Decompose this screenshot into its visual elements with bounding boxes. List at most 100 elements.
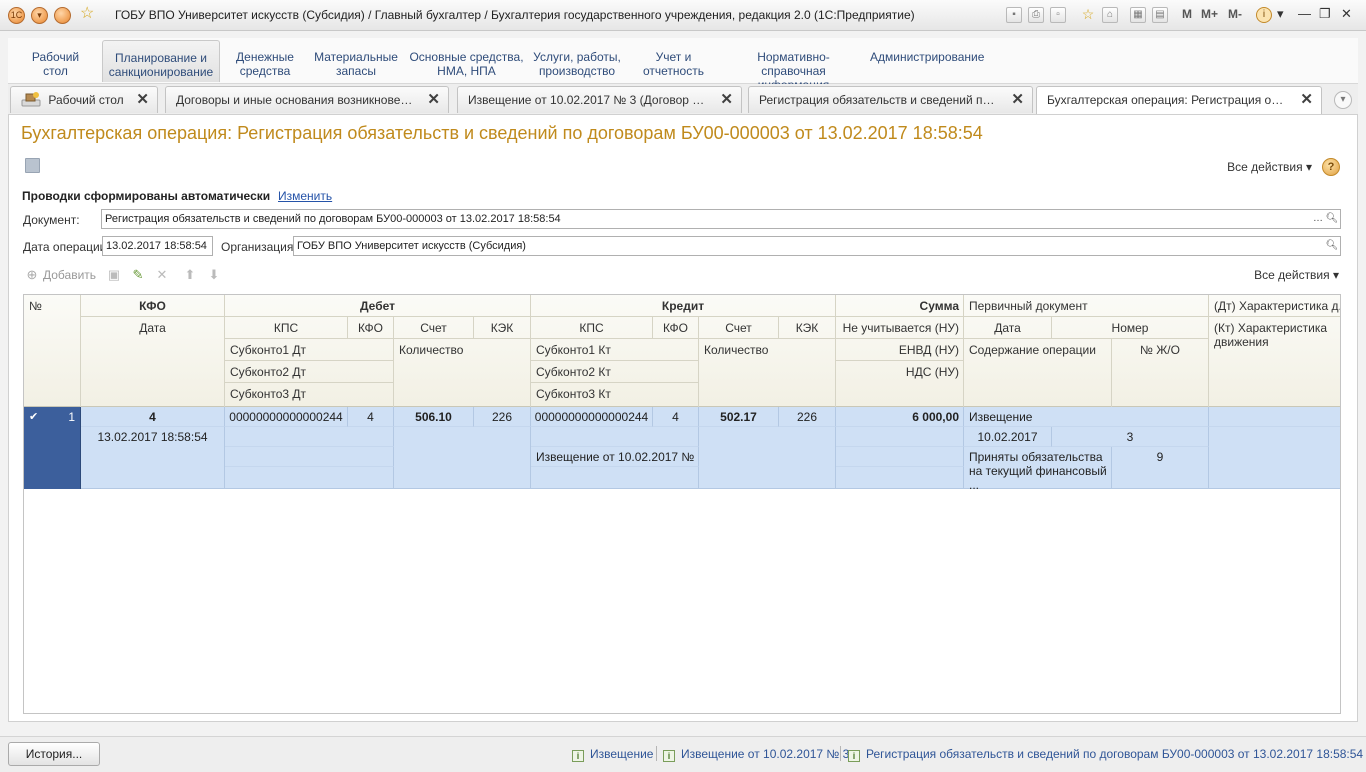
section-services[interactable]: Услуги, работы, производство — [531, 40, 623, 82]
copy-icon[interactable]: ▣ — [107, 268, 121, 282]
tab-desktop[interactable]: Рабочий стол ✕ — [10, 86, 158, 113]
col-kt-kfo-header[interactable]: КФО — [653, 317, 699, 339]
col-kt-kolichestvo-header[interactable]: Количество — [699, 339, 836, 407]
cell-perv-nomer[interactable]: 3 — [1052, 427, 1209, 447]
col-subkonto3-kt-header[interactable]: Субконто3 Кт — [531, 383, 699, 407]
col-kt-char-header[interactable]: (Кт) Характеристика движения — [1209, 317, 1340, 407]
add-button[interactable]: Добавить — [43, 268, 96, 282]
open-search-icon[interactable]: 🔍︎ — [1325, 211, 1339, 227]
col-dt-kek-header[interactable]: КЭК — [474, 317, 531, 339]
col-summa-header[interactable]: Сумма — [836, 295, 964, 317]
cell-dt-kolichestvo[interactable] — [394, 427, 531, 489]
col-subkonto1-kt-header[interactable]: Субконто1 Кт — [531, 339, 699, 361]
col-soderzhanie-header[interactable]: Содержание операции — [964, 339, 1112, 407]
col-subkonto2-kt-header[interactable]: Субконто2 Кт — [531, 361, 699, 383]
help-icon[interactable]: ? — [1322, 158, 1340, 176]
cell-subkonto3-kt[interactable] — [531, 467, 699, 489]
col-subkonto1-dt-header[interactable]: Субконто1 Дт — [225, 339, 394, 361]
close-icon[interactable]: ✕ — [720, 87, 733, 113]
save-icon[interactable]: ▪ — [1006, 7, 1022, 23]
status-link-notice[interactable]: i Извещение — [572, 747, 653, 762]
col-nds-header[interactable]: НДС (НУ) — [836, 361, 964, 407]
col-subkonto2-dt-header[interactable]: Субконто2 Дт — [225, 361, 394, 383]
cell-kt-kps[interactable]: 00000000000000244 — [531, 407, 653, 427]
organization-field[interactable]: ГОБУ ВПО Университет искусств (Субсидия)… — [293, 236, 1341, 256]
calendar-icon[interactable]: ▤ — [1152, 7, 1168, 23]
close-icon[interactable]: ✕ — [1300, 87, 1313, 113]
cell-subkonto2-kt[interactable]: Извещение от 10.02.2017 № 3 — [531, 447, 699, 467]
minimize-button[interactable]: — — [1298, 6, 1311, 21]
favorites-star-icon[interactable]: ☆ — [80, 5, 98, 23]
cell-dt-kfo[interactable]: 4 — [348, 407, 394, 427]
col-envd-header[interactable]: ЕНВД (НУ) — [836, 339, 964, 361]
section-materials[interactable]: Материальные запасы — [314, 40, 398, 82]
tab-registration[interactable]: Регистрация обязательств и сведений по д… — [748, 86, 1033, 113]
col-perv-date-header[interactable]: Дата — [964, 317, 1052, 339]
col-dt-kfo-header[interactable]: КФО — [348, 317, 394, 339]
col-num-header[interactable]: № — [24, 295, 81, 407]
cell-envd[interactable] — [836, 447, 964, 467]
col-ne-uchit-header[interactable]: Не учитывается (НУ) — [836, 317, 964, 339]
cell-nzho[interactable]: 9 — [1112, 447, 1209, 489]
memory-minus-button[interactable]: M- — [1228, 7, 1242, 21]
select-ellipsis-icon[interactable]: … — [1311, 211, 1325, 227]
cell-date[interactable]: 13.02.2017 18:58:54 — [81, 427, 225, 489]
section-accounting[interactable]: Учет и отчетность — [636, 40, 711, 82]
section-planning[interactable]: Планирование и санкционирование — [102, 40, 220, 82]
col-subkonto3-dt-header[interactable]: Субконто3 Дт — [225, 383, 394, 407]
cell-soderzhanie[interactable]: Приняты обязательства на текущий финансо… — [964, 447, 1112, 489]
cell-ne-uchit[interactable] — [836, 427, 964, 447]
col-kt-schet-header[interactable]: Счет — [699, 317, 779, 339]
close-icon[interactable]: ✕ — [136, 87, 149, 113]
section-money[interactable]: Денежные средства — [226, 40, 304, 82]
col-dt-kolichestvo-header[interactable]: Количество — [394, 339, 531, 407]
close-icon[interactable]: ✕ — [427, 87, 440, 113]
main-menu-icon[interactable]: ▾ — [31, 7, 48, 24]
restore-button[interactable]: ❐ — [1319, 6, 1331, 22]
postings-table[interactable]: № КФО Дата Дебет КПС КФО Счет КЭК Субкон… — [23, 294, 1341, 714]
tabs-more-chevron-icon[interactable]: ▾ — [1334, 91, 1352, 109]
col-nzho-header[interactable]: № Ж/О — [1112, 339, 1209, 407]
info-dropdown-icon[interactable]: ▾ — [1277, 6, 1284, 22]
status-link-registration[interactable]: i Регистрация обязательств и сведений по … — [848, 747, 1363, 762]
cell-dt-char[interactable] — [1209, 407, 1340, 427]
cell-kt-char[interactable] — [1209, 427, 1340, 489]
row-number-cell[interactable]: ✔ 1 — [24, 407, 81, 489]
info-panel-icon[interactable] — [54, 7, 71, 24]
col-date-header[interactable]: Дата — [81, 317, 225, 407]
col-dt-char-header[interactable]: (Дт) Характеристика д... — [1209, 295, 1340, 317]
cell-perv-date[interactable]: 10.02.2017 — [964, 427, 1052, 447]
operation-date-field[interactable]: 13.02.2017 18:58:54 — [102, 236, 213, 256]
move-down-icon[interactable]: ⬇ — [207, 268, 221, 282]
app-logo-icon[interactable]: 1С — [8, 7, 25, 24]
history-button[interactable]: История... — [8, 742, 100, 766]
col-perv-doc-header[interactable]: Первичный документ — [964, 295, 1209, 317]
delete-icon[interactable]: ✕ — [155, 268, 169, 282]
tab-accounting-operation[interactable]: Бухгалтерская операция: Регистрация обяз… — [1036, 86, 1322, 114]
print-icon[interactable]: ⎙ — [1028, 7, 1044, 23]
cell-subkonto1-dt[interactable] — [225, 427, 394, 447]
cell-kt-schet[interactable]: 502.17 — [699, 407, 779, 427]
memory-plus-button[interactable]: M+ — [1201, 7, 1218, 21]
tab-contracts[interactable]: Договоры и иные основания возникновения … — [165, 86, 449, 113]
section-desktop[interactable]: Рабочий стол — [18, 40, 93, 82]
change-link[interactable]: Изменить — [278, 189, 332, 203]
close-window-button[interactable]: ✕ — [1341, 6, 1352, 22]
about-info-icon[interactable]: i — [1256, 7, 1272, 23]
cell-kt-kfo[interactable]: 4 — [653, 407, 699, 427]
section-fixed-assets[interactable]: Основные средства, НМА, НПА — [409, 40, 524, 82]
move-up-icon[interactable]: ⬆ — [183, 268, 197, 282]
cell-kt-kolichestvo[interactable] — [699, 427, 836, 489]
document-field[interactable]: Регистрация обязательств и сведений по д… — [101, 209, 1341, 229]
grid-all-actions-menu[interactable]: Все действия ▾ — [1254, 268, 1339, 282]
col-kfo-header[interactable]: КФО — [81, 295, 225, 317]
col-kt-kps-header[interactable]: КПС — [531, 317, 653, 339]
cell-kfo[interactable]: 4 — [81, 407, 225, 427]
cell-dt-kps[interactable]: 00000000000000244 — [225, 407, 348, 427]
col-perv-nomer-header[interactable]: Номер — [1052, 317, 1209, 339]
all-actions-menu[interactable]: Все действия ▾ — [1227, 160, 1312, 174]
cell-perv-doc[interactable]: Извещение — [964, 407, 1209, 427]
edit-pencil-icon[interactable]: ✎ — [131, 268, 145, 282]
calculator-icon[interactable]: ▦ — [1130, 7, 1146, 23]
bookmark-icon[interactable]: ⌂ — [1102, 7, 1118, 23]
